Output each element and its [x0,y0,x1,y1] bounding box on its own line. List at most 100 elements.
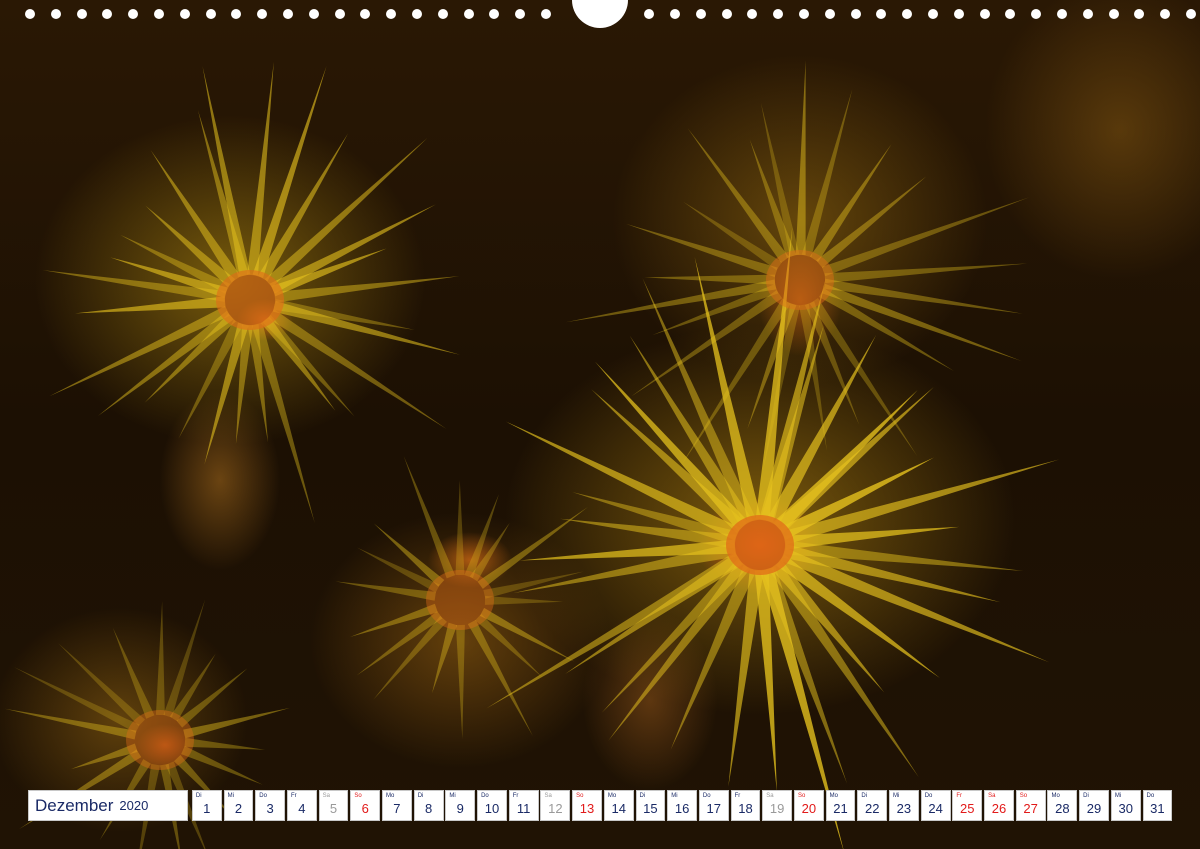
binding-hole [799,9,809,19]
tentacle [183,707,290,739]
day-weekday: Mi [671,793,678,799]
binding-hole [928,9,938,19]
binding-hole [1082,9,1093,19]
tentacle [75,296,226,314]
binding-hole [231,9,242,19]
calendar-day: Mi 16 [667,790,697,821]
tentacle [824,263,1028,284]
calendar-day: Sa 5 [318,790,349,821]
tentacle [155,600,165,716]
day-number: 14 [611,801,626,816]
binding-hole [283,9,293,19]
polyp-mouth [216,270,284,330]
tentacle [145,205,236,288]
calendar-day: Mi 2 [223,790,254,821]
day-weekday: So [1019,793,1028,799]
day-number: 16 [674,801,690,816]
binding-hole [489,9,500,19]
tentacle [687,128,790,263]
day-weekday: Mo [829,793,838,799]
polyp-mouth [426,570,494,630]
day-weekday: Mo [386,793,395,799]
tentacle [373,615,447,700]
day-number: 21 [833,801,848,816]
binding-hole [308,9,319,19]
binding-hole [515,9,526,19]
day-weekday: Mi [1114,793,1122,799]
calendar-day: Mo 7 [382,790,412,821]
binding-hole [721,9,732,19]
tentacle [335,581,436,601]
calendar-day: Mi 23 [889,790,919,821]
calendar-day: Fr 18 [730,790,761,821]
binding-hole [850,9,861,19]
day-weekday: Mi [227,793,234,799]
binding-hole [541,9,551,19]
calendar-day: Di 15 [635,790,666,821]
day-weekday: Di [639,793,646,799]
tentacle [801,89,853,258]
day-weekday: Mi [893,793,900,799]
binding-hole [747,9,758,19]
month-label-box: Dezember 2020 [28,790,188,821]
day-number: 19 [769,801,785,816]
tentacle [455,480,465,576]
tentacle [795,60,806,256]
tentacle [782,459,1060,545]
binding-hole [102,9,113,19]
day-weekday: Do [1146,793,1155,799]
day-weekday: So [576,793,584,799]
day-number: 25 [960,801,975,816]
binding-hole [902,9,913,19]
day-number: 13 [579,801,595,816]
binding-hole [25,9,35,19]
day-weekday: Fr [512,793,519,799]
tentacle [349,603,438,637]
day-number: 7 [393,801,401,816]
tentacle [644,274,776,285]
calendar-binding [0,0,1200,30]
tentacle [455,624,465,739]
calendar-day: Mo 21 [825,790,856,821]
day-weekday: Di [417,793,424,799]
binding-hole [1134,9,1145,19]
day-number: 3 [266,801,274,816]
day-weekday: Do [702,793,711,799]
day-weekday: So [797,793,806,799]
binding-hole [205,9,216,19]
day-number: 2 [234,801,243,816]
binding-hole [463,9,474,19]
day-number: 31 [1150,801,1165,816]
calendar-day: Do 24 [920,790,951,821]
calendar-day: Do 17 [698,790,729,821]
binding-hole [412,9,422,19]
binding-hole [360,9,371,19]
binding-hole [1005,9,1016,19]
polyp-mouth [726,515,794,575]
day-number: 10 [484,801,500,816]
binding-hole [179,9,190,19]
day-weekday: Di [1083,793,1089,799]
day-weekday: Fr [956,793,963,799]
binding-hole [334,9,345,19]
day-weekday: Di [861,793,867,799]
calendar-day: Di 8 [413,790,444,821]
day-weekday: Do [481,793,489,799]
binding-hole [257,9,268,19]
calendar-day: Mo 14 [603,790,634,821]
tentacle [184,737,266,750]
day-number: 24 [928,801,943,816]
coral-polyp-photo [0,0,1200,849]
calendar-day: Di 29 [1079,790,1109,821]
calendar-day: Di 22 [857,790,888,821]
polyp-mouth [766,250,834,310]
day-number: 11 [516,801,531,816]
tentacle [484,595,564,605]
calendar-strip: Dezember 2020 Di 1 Mi 2 Do 3 Fr 4 Sa 5 So 6 Mo 7 Di 8 Mi… [28,790,1174,821]
binding-hole [979,9,990,19]
day-number: 26 [991,801,1007,816]
month-year: 2020 [119,798,149,813]
day-number: 4 [298,801,306,816]
month-name: Dezember [35,795,114,815]
calendar-day: So 6 [350,790,381,821]
